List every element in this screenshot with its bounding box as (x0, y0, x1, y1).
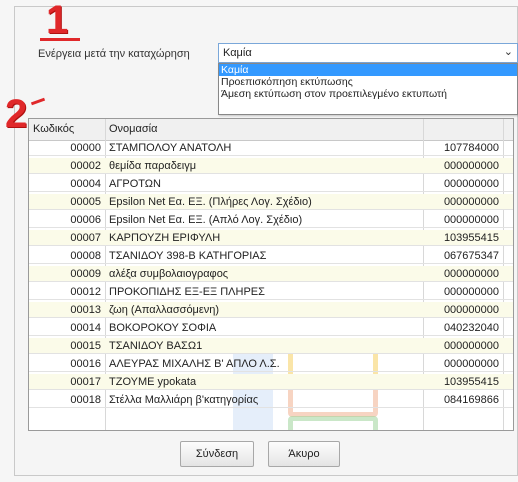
cell-code: 00005 (70, 196, 101, 208)
cell-afm: 000000000 (443, 196, 499, 208)
cell-afm: 084169866 (443, 394, 499, 406)
cell-name: ΠΡΟΚΟΠΙΔΗΣ ΕΞ-ΕΞ ΠΛΗΡΕΣ (109, 286, 265, 298)
annotation-marker-1: 1 (39, 0, 81, 42)
column-header-name[interactable]: Ονομασία (109, 123, 157, 135)
cell-name: ΤΣΑΝΙΔΟΥ ΒΑΣΩ1 (109, 340, 203, 352)
cancel-button[interactable]: Άκυρο (268, 441, 340, 467)
cell-name: ΚΑΡΠΟΥΖΗ ΕΡΙΦΥΛΗ (109, 232, 221, 244)
cell-afm: 103955415 (443, 232, 499, 244)
cell-afm: 103955415 (443, 376, 499, 388)
cell-code: 00015 (70, 340, 101, 352)
table-row[interactable]: 00018 Στέλλα Μαλλιάρη β'κατηγορίας 0841698… (29, 392, 513, 408)
cell-name: αλέξα συμβολαιογραφος (109, 268, 229, 280)
cell-code: 00007 (70, 232, 101, 244)
cell-code: 00012 (70, 286, 101, 298)
after-save-action-label: Ενέργεια μετά την καταχώρηση (38, 48, 190, 60)
cell-afm: 000000000 (443, 268, 499, 280)
column-header-code[interactable]: Κωδικός (33, 123, 74, 135)
cell-afm: 000000000 (443, 214, 499, 226)
cell-afm: 000000000 (443, 340, 499, 352)
cell-code: 00009 (70, 268, 101, 280)
cell-afm: 000000000 (443, 358, 499, 370)
table-row[interactable]: 00017 ΤΖΟΥΜΕ ypokata 103955415 (29, 374, 513, 390)
table-row[interactable]: 00012 ΠΡΟΚΟΠΙΔΗΣ ΕΞ-ΕΞ ΠΛΗΡΕΣ 000000000 (29, 284, 513, 300)
table-row[interactable]: 00008 ΤΣΑΝΙΔΟΥ 398-Β ΚΑΤΗΓΟΡΙΑΣ 067675347 (29, 248, 513, 264)
table-row[interactable]: 00000 ΣΤΑΜΠΟΛΟΥ ΑΝΑΤΟΛΗ 107784000 (29, 140, 513, 156)
cell-code: 00014 (70, 322, 101, 334)
cell-code: 00016 (70, 358, 101, 370)
table-row[interactable]: 00002 θεμίδα παραδειγμ 000000000 (29, 158, 513, 174)
option-direct-print[interactable]: Άμεση εκτύπωση στον προεπιλεγμένο εκτυπω… (219, 88, 517, 100)
cell-code: 00017 (70, 376, 101, 388)
table-row[interactable]: 00007 ΚΑΡΠΟΥΖΗ ΕΡΙΦΥΛΗ 103955415 (29, 230, 513, 246)
annotation-marker-2: 2 (5, 92, 28, 136)
cell-name: θεμίδα παραδειγμ (109, 160, 197, 172)
cell-afm: 067675347 (443, 250, 499, 262)
connect-button[interactable]: Σύνδεση (180, 441, 254, 467)
cell-code: 00004 (70, 178, 101, 190)
table-header: Κωδικός Ονομασία (29, 119, 513, 141)
chevron-down-icon[interactable]: ⌄ (504, 45, 513, 58)
cell-afm: 000000000 (443, 304, 499, 316)
cell-name: ΑΓΡΟΤΩΝ (109, 178, 161, 190)
cell-name: ΤΣΑΝΙΔΟΥ 398-Β ΚΑΤΗΓΟΡΙΑΣ (109, 250, 267, 262)
cell-name: Epsilon Net Εα. ΕΞ. (Πλήρες Λογ. Σχέδιο) (109, 196, 312, 208)
cell-code: 00018 (70, 394, 101, 406)
cell-name: ΤΖΟΥΜΕ ypokata (109, 376, 197, 388)
table-row[interactable]: 00006 Epsilon Net Εα. ΕΞ. (Απλό Λογ. Σχέδ… (29, 212, 513, 228)
logo-block (288, 416, 378, 430)
table-row[interactable]: 00009 αλέξα συμβολαιογραφος 000000000 (29, 266, 513, 282)
table-row[interactable]: 00014 ΒΟΚΟΡΟΚΟΥ ΣΟΦΙΑ 040232040 (29, 320, 513, 336)
cell-code: 00006 (70, 214, 101, 226)
cell-code: 00000 (70, 142, 101, 154)
table-row[interactable]: 00005 Epsilon Net Εα. ΕΞ. (Πλήρες Λογ. Σχ… (29, 194, 513, 210)
cell-afm: 000000000 (443, 178, 499, 190)
cell-afm: 000000000 (443, 286, 499, 298)
cell-name: ζωη (Απαλλασσόμενη) (109, 304, 220, 316)
option-none[interactable]: Καμία (219, 64, 517, 76)
after-save-action-selected: Καμία (223, 47, 252, 59)
table-row[interactable]: 00013 ζωη (Απαλλασσόμενη) 000000000 (29, 302, 513, 318)
cell-name: Epsilon Net Εα. ΕΞ. (Απλό Λογ. Σχέδιο) (109, 214, 303, 226)
cell-afm: 040232040 (443, 322, 499, 334)
table-row[interactable]: 00004 ΑΓΡΟΤΩΝ 000000000 (29, 176, 513, 192)
cell-code: 00013 (70, 304, 101, 316)
option-print-preview[interactable]: Προεπισκόπηση εκτύπωσης (219, 76, 517, 88)
after-save-action-dropdown: Καμία Προεπισκόπηση εκτύπωσης Άμεση εκτύ… (218, 63, 518, 115)
cell-code: 00002 (70, 160, 101, 172)
cell-name: ΑΛΕΥΡΑΣ ΜΙΧΑΛΗΣ Β' ΑΠΛΟ Λ.Σ. (109, 358, 280, 370)
cell-name: ΒΟΚΟΡΟΚΟΥ ΣΟΦΙΑ (109, 322, 217, 334)
table-row[interactable]: 00016 ΑΛΕΥΡΑΣ ΜΙΧΑΛΗΣ Β' ΑΠΛΟ Λ.Σ. 0000000… (29, 356, 513, 372)
cell-name: ΣΤΑΜΠΟΛΟΥ ΑΝΑΤΟΛΗ (109, 142, 232, 154)
cell-name: Στέλλα Μαλλιάρη β'κατηγορίας (109, 394, 259, 406)
table-row[interactable]: 00015 ΤΣΑΝΙΔΟΥ ΒΑΣΩ1 000000000 (29, 338, 513, 354)
companies-table: Κωδικός Ονομασία 00000 ΣΤΑΜΠΟΛΟΥ ΑΝΑΤΟΛΗ 1… (28, 118, 514, 431)
after-save-action-select[interactable]: Καμία ⌄ (218, 43, 518, 63)
cell-afm: 000000000 (443, 160, 499, 172)
cell-afm: 107784000 (443, 142, 499, 154)
cell-code: 00008 (70, 250, 101, 262)
